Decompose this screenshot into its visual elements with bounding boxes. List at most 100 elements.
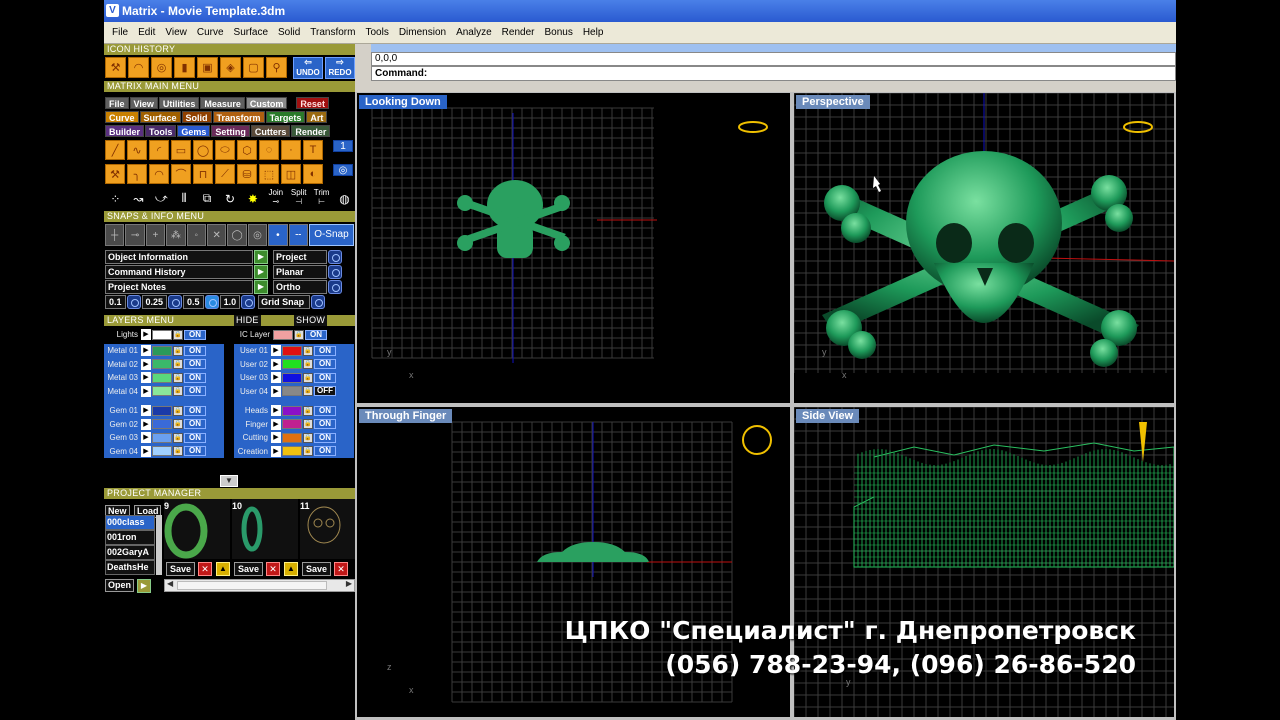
project-thumbnail[interactable]: 9: [164, 499, 230, 559]
lock-icon[interactable]: 🔒: [173, 419, 183, 430]
delete-thumb-icon[interactable]: ✕: [198, 562, 212, 576]
lock-icon[interactable]: 🔒: [173, 372, 183, 383]
lock-icon[interactable]: 🔒: [173, 432, 183, 443]
save-thumb-button[interactable]: Save: [302, 562, 332, 576]
bend-icon[interactable]: ⤻: [151, 191, 172, 206]
history-tool-icon[interactable]: ◈: [220, 57, 241, 78]
layer-state-button[interactable]: ON: [314, 345, 336, 356]
ortho-toggle[interactable]: Ortho: [273, 279, 327, 294]
join-icon[interactable]: Join ⊸: [265, 188, 286, 206]
menu-tools[interactable]: Tools: [365, 22, 388, 44]
polygon-icon[interactable]: ⬡: [237, 140, 257, 160]
menu-help[interactable]: Help: [583, 22, 604, 44]
play-arrow-icon[interactable]: ▶: [254, 279, 268, 294]
layer-arrow-icon[interactable]: ▶: [141, 385, 151, 397]
project-notes-button[interactable]: Project Notes: [105, 279, 253, 294]
layer-color-swatch[interactable]: [152, 386, 172, 397]
upload-thumb-icon[interactable]: ▲: [284, 562, 298, 576]
lock-icon[interactable]: 🔒: [173, 345, 183, 356]
radio-icon[interactable]: [328, 249, 342, 264]
scroll-thumb[interactable]: [177, 581, 327, 590]
file-list-scrollbar[interactable]: [156, 515, 162, 575]
osnap-button[interactable]: O-Snap: [308, 224, 354, 246]
text-icon[interactable]: T: [303, 140, 323, 160]
layer-arrow-icon[interactable]: ▶: [271, 445, 281, 457]
save-thumb-button[interactable]: Save: [234, 562, 264, 576]
blend-icon[interactable]: ⌒: [171, 164, 191, 184]
collapse-arrow-icon[interactable]: ▼: [220, 475, 238, 487]
snap-mid-icon[interactable]: ⁂: [166, 224, 186, 246]
layer-color-swatch[interactable]: [282, 405, 302, 416]
snap-near-icon[interactable]: ⊸: [125, 224, 145, 246]
history-tool-icon[interactable]: ◠: [128, 57, 149, 78]
history-tool-icon[interactable]: ▢: [243, 57, 264, 78]
radio-icon[interactable]: [241, 294, 256, 309]
menu-builder-button[interactable]: Builder: [105, 125, 145, 137]
layer-state-button[interactable]: ON: [314, 419, 336, 430]
menu-curve[interactable]: Curve: [197, 22, 224, 44]
menu-render[interactable]: Render: [502, 22, 535, 44]
layer-color-swatch[interactable]: [282, 432, 302, 443]
point-icon[interactable]: ·: [281, 140, 301, 160]
lock-icon[interactable]: 🔒: [303, 345, 313, 356]
layer-color-swatch[interactable]: [152, 432, 172, 443]
lock-icon[interactable]: 🔒: [294, 329, 304, 340]
viewport-title[interactable]: Perspective: [796, 95, 870, 109]
points-on-icon[interactable]: ⁘: [105, 192, 126, 206]
snap-cen-icon[interactable]: ◦: [186, 224, 206, 246]
cylinder-icon[interactable]: ⛁: [237, 164, 257, 184]
layer-state-button[interactable]: ON: [184, 386, 206, 397]
layer-state-button[interactable]: ON: [314, 432, 336, 443]
revolve-icon[interactable]: ◐: [303, 164, 323, 184]
layer-color-swatch[interactable]: [152, 419, 172, 430]
layer-state-button[interactable]: ON: [314, 446, 336, 457]
lock-icon[interactable]: 🔒: [173, 446, 183, 457]
copy-icon[interactable]: ⧉: [197, 191, 218, 206]
lock-icon[interactable]: 🔒: [173, 329, 183, 340]
radio-icon[interactable]: [204, 294, 219, 309]
snap-perp-icon[interactable]: ◯: [227, 224, 247, 246]
project-file-item[interactable]: 000class: [105, 515, 155, 530]
grid-value-button[interactable]: 1.0: [219, 294, 241, 309]
polyline-icon[interactable]: ╱: [105, 140, 125, 160]
project-thumbnail[interactable]: 11: [300, 499, 355, 559]
layer-arrow-icon[interactable]: ▶: [271, 432, 281, 444]
layer-arrow-icon[interactable]: ▶: [271, 418, 281, 430]
ellipse-icon[interactable]: ⬭: [215, 140, 235, 160]
menu-render-button[interactable]: Render: [291, 125, 331, 137]
save-thumb-button[interactable]: Save: [166, 562, 196, 576]
snap-tan-icon[interactable]: ◎: [247, 224, 268, 246]
layer-color-swatch[interactable]: [282, 446, 302, 457]
layer-state-button[interactable]: ON: [184, 359, 206, 370]
menu-transform[interactable]: Transform: [310, 22, 355, 44]
grid-snap-toggle[interactable]: Grid Snap: [258, 294, 311, 309]
arc-icon[interactable]: ◜: [149, 140, 169, 160]
grid-value-button[interactable]: 0.5: [183, 294, 204, 309]
viewport-title[interactable]: Looking Down: [359, 95, 447, 109]
snap-end-icon[interactable]: ┼: [105, 224, 125, 246]
layer-arrow-icon[interactable]: ▶: [271, 358, 281, 370]
lock-icon[interactable]: 🔒: [303, 419, 313, 430]
layer-state-button[interactable]: ON: [184, 419, 206, 430]
menu-surface[interactable]: Surface: [234, 22, 268, 44]
layer-arrow-icon[interactable]: ▶: [271, 372, 281, 384]
spiral-icon[interactable]: ◌: [259, 140, 279, 160]
layer-color-swatch[interactable]: [282, 372, 302, 383]
lock-icon[interactable]: 🔒: [303, 386, 313, 397]
project-toggle[interactable]: Project: [273, 249, 327, 264]
object-info-button[interactable]: Object Information: [105, 249, 253, 264]
open-project-button[interactable]: Open: [105, 579, 135, 592]
array-icon[interactable]: ⫴: [174, 191, 195, 206]
extend-icon[interactable]: ⟋: [215, 164, 235, 184]
layer-state-button[interactable]: ON: [314, 359, 336, 370]
toggle-icon[interactable]: ◎: [333, 164, 353, 176]
radio-icon[interactable]: [311, 294, 326, 309]
lock-icon[interactable]: 🔒: [173, 386, 183, 397]
layer-arrow-icon[interactable]: ▶: [271, 405, 281, 417]
viewport-perspective[interactable]: Perspective y x: [794, 93, 1174, 403]
layer-color-swatch[interactable]: [152, 345, 172, 356]
history-tool-icon[interactable]: ⚲: [266, 57, 287, 78]
layer-state-button[interactable]: OFF: [314, 386, 336, 397]
project-icon[interactable]: ⊓: [193, 164, 213, 184]
layer-state-button[interactable]: ON: [314, 372, 336, 383]
